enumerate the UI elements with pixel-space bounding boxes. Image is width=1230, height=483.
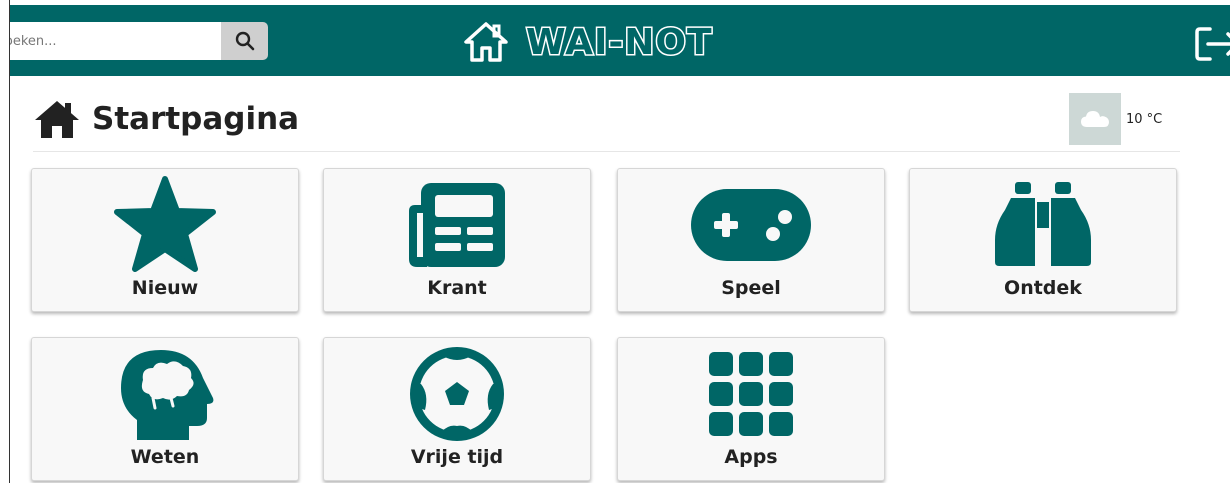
logout-button[interactable] [1194,25,1230,63]
tile-label: Vrije tijd [410,446,504,468]
tile-label: Krant [427,277,487,299]
page-title: Startpagina [92,101,300,137]
star-icon [114,176,216,272]
tile-speel[interactable]: Speel [617,168,885,312]
weather-temperature: 10 °C [1126,111,1163,127]
tile-apps[interactable]: Apps [617,337,885,481]
weather-icon-box [1069,93,1121,145]
logout-icon [1195,27,1230,61]
tile-label: Apps [724,446,778,468]
search-button[interactable] [221,22,268,60]
search-icon [235,31,254,51]
tile-weten[interactable]: Weten [31,337,299,481]
apps-grid-icon [709,352,793,436]
brand-home-link[interactable]: WAI-NOT [462,15,713,69]
title-divider [33,151,1180,152]
tile-nieuw[interactable]: Nieuw [31,168,299,312]
tile-label: Ontdek [1004,277,1082,299]
cloud-icon [1081,111,1109,127]
tile-label: Speel [721,277,781,299]
tile-krant[interactable]: Krant [323,168,591,312]
top-navigation-bar: WAI-NOT [10,5,1230,76]
football-icon [410,347,504,441]
brand-logo-text: WAI-NOT [525,20,714,64]
tile-ontdek[interactable]: Ontdek [909,168,1177,312]
home-solid-icon [35,101,79,138]
home-outline-icon [464,22,508,62]
brain-head-icon [121,350,214,440]
gamepad-icon [691,189,811,261]
tile-vrije-tijd[interactable]: Vrije tijd [323,337,591,481]
tile-label: Nieuw [131,277,199,299]
tile-label: Weten [130,446,200,468]
search-input[interactable] [10,22,222,60]
binoculars-icon [995,182,1091,266]
weather-widget: 10 °C [1069,93,1162,145]
newspaper-icon [409,183,505,267]
page-header: Startpagina [34,96,299,142]
